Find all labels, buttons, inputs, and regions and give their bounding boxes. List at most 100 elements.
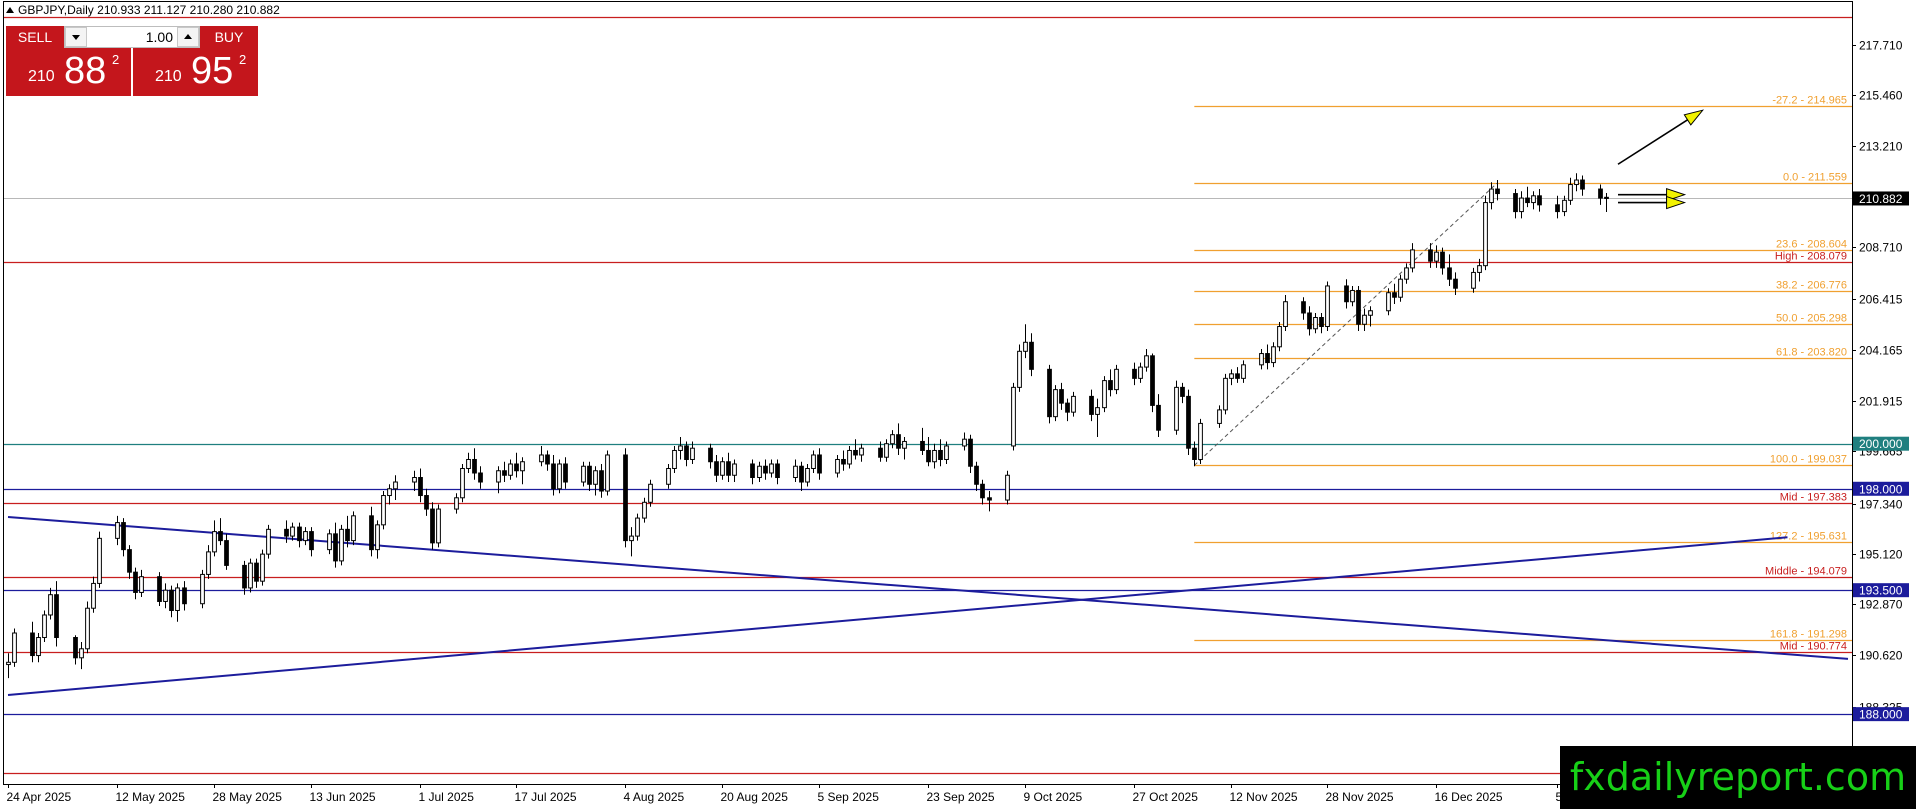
brand-logo: fxdailyreport.com [1560,746,1916,809]
candle-body [73,637,78,659]
date-tick-label: 5 Sep 2025 [818,790,880,804]
candle [1005,470,1010,505]
price-tick-label: 192.870 [1859,598,1903,612]
candle-body [375,524,380,551]
candle-body [799,465,804,483]
candle [85,601,90,654]
candle-body [1434,251,1439,262]
candle-body [1180,386,1185,397]
buy-button[interactable]: BUY [200,26,258,48]
candle [430,502,435,550]
candle [623,448,628,548]
candle-body [121,522,126,551]
collapse-triangle-icon[interactable] [6,7,14,13]
current-price-label-text: 210.882 [1859,192,1903,206]
candle [200,569,205,609]
candle-body [1150,355,1155,406]
candle-body [169,589,174,611]
candle-body [1235,373,1240,379]
candle [1277,322,1282,352]
candle [339,524,344,566]
candle-body [54,594,59,639]
candle-body [1344,285,1349,303]
candle-body [387,488,392,497]
buy-quote[interactable]: 210 95 2 [133,48,258,96]
price-tick-label: 190.620 [1859,649,1903,663]
candle-body [1271,346,1276,364]
candle-body [478,472,483,483]
candle-body [303,531,308,542]
lot-size-input[interactable] [87,27,179,47]
candle-body [163,589,168,602]
candle-body [436,508,441,544]
candle-body [1386,292,1391,312]
candle [672,445,677,474]
candle-body [684,445,689,460]
candle-body [1428,249,1433,262]
lot-increase-icon[interactable] [177,27,199,47]
candle-body [1568,184,1573,201]
candle-body [430,508,435,544]
candle [648,479,653,507]
candle-body [1350,289,1355,303]
candle-body [1241,364,1246,379]
price-tick-label: 217.710 [1859,39,1903,53]
candle-body [1005,474,1010,501]
candle-body [1223,377,1228,411]
candle-body [381,495,386,526]
date-tick-label: 12 May 2025 [116,790,186,804]
date-tick-label: 23 Sep 2025 [927,790,995,804]
candle-body [1513,193,1518,213]
candle [12,628,17,667]
candle [635,513,640,541]
candle-body [182,587,187,605]
candle-body [629,535,634,542]
candle-body [1562,199,1567,213]
candle-body [284,528,289,537]
candle-body [206,551,211,575]
candle-body [79,648,84,659]
candle-body [1229,373,1234,379]
candle-body [127,549,132,573]
candle-body [327,533,332,551]
candle-body [1537,195,1542,206]
candle-body [454,497,459,510]
candle-body [1259,353,1264,366]
candle-body [944,445,949,460]
candle-body [309,531,314,551]
candle [260,549,265,586]
candle-body [775,463,780,479]
candle-body [351,515,356,542]
candle-body [599,470,604,492]
candle-body [412,477,417,483]
candle-body [817,454,822,474]
level-label: High - 208.079 [1775,251,1847,263]
candle-body [1368,310,1373,316]
sell-quote[interactable]: 210 88 2 [6,48,131,96]
candle-body [1011,386,1016,447]
sell-button[interactable]: SELL [6,26,64,48]
candle-body [1065,402,1070,413]
date-tick-label: 1 Jul 2025 [419,790,475,804]
candle-body [36,637,41,657]
candle [1483,195,1488,271]
candle-body [260,553,265,582]
price-axis: 217.710 215.460 213.210 210.882 208.710 206.4… [1852,39,1909,766]
candle-body [1519,197,1524,213]
candle-body [841,458,846,465]
candle [157,572,162,606]
lot-decrease-icon[interactable] [65,27,87,47]
date-tick-label: 12 Nov 2025 [1230,790,1298,804]
candle-body [708,447,713,463]
candle-body [339,528,344,562]
fib-level-label: 61.8 - 203.820 [1776,347,1847,359]
candle-body [1307,312,1312,330]
candle-body [1283,301,1288,328]
candle-body [545,454,550,465]
fib-level-label: 38.2 - 206.776 [1776,280,1847,292]
candle-body [248,562,253,589]
candle-body [1023,341,1028,352]
candle-body [133,571,138,593]
candle-body [938,449,943,460]
candle-body [254,562,259,582]
